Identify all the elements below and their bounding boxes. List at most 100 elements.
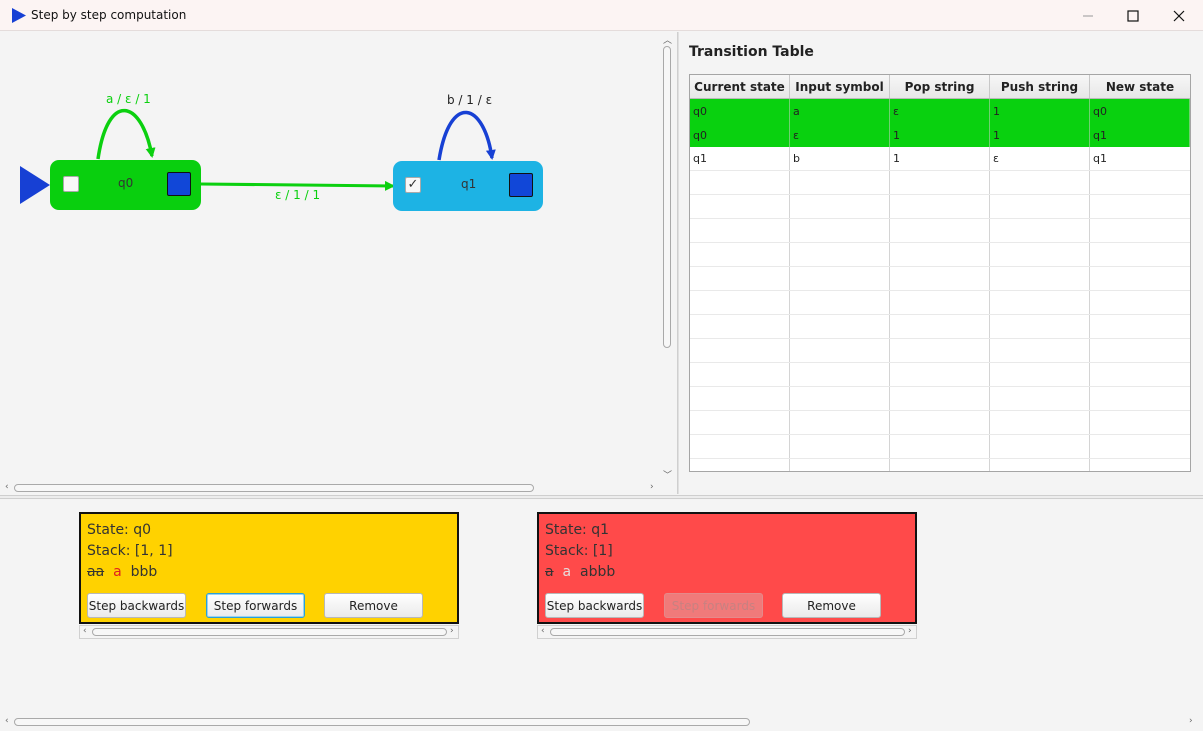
scroll-left-icon[interactable]: ‹ (5, 716, 9, 726)
table-row[interactable]: q1 b 1 ε q1 (690, 147, 1190, 171)
table-cell (1090, 243, 1190, 266)
config-stack: Stack: [1] (545, 543, 613, 559)
scroll-right-icon[interactable]: › (450, 626, 454, 636)
state-q1[interactable]: ✓ q1 (393, 161, 543, 211)
close-button[interactable] (1156, 0, 1202, 31)
app-play-icon (12, 8, 26, 23)
step-forwards-button[interactable]: Step forwards (664, 593, 763, 618)
table-cell (790, 315, 890, 338)
transition-q0-q1-label: ε / 1 / 1 (275, 188, 321, 202)
table-cell (990, 435, 1090, 458)
table-cell (990, 411, 1090, 434)
table-cell (1090, 435, 1190, 458)
scroll-up-icon[interactable]: ︿ (663, 33, 672, 46)
scrollbar-thumb[interactable] (14, 484, 534, 492)
split-divider-vertical[interactable] (677, 32, 679, 494)
column-header[interactable]: New state (1090, 75, 1190, 98)
table-cell (990, 267, 1090, 290)
transition-q0-q1-edge (200, 180, 395, 191)
table-cell (790, 291, 890, 314)
table-header: Current state Input symbol Pop string Pu… (690, 75, 1190, 99)
table-cell (990, 171, 1090, 194)
table-cell (990, 387, 1090, 410)
scroll-left-icon[interactable]: ‹ (83, 626, 87, 636)
automaton-graph-canvas[interactable]: a / ε / 1 ε / 1 / 1 b / 1 / ε q0 ✓ q1 (4, 32, 660, 482)
table-cell (990, 219, 1090, 242)
table-cell (990, 291, 1090, 314)
maximize-button[interactable] (1110, 0, 1156, 31)
table-cell (1090, 171, 1190, 194)
table-cell (890, 387, 990, 410)
table-cell (1090, 195, 1190, 218)
graph-vertical-scrollbar[interactable]: ︿ ﹀ (660, 32, 674, 482)
transition-q0-q0-edge (96, 108, 156, 160)
window-horizontal-scrollbar[interactable]: ‹ › (4, 715, 1199, 729)
remove-button[interactable]: Remove (324, 593, 423, 618)
split-divider-horizontal[interactable] (0, 495, 1203, 499)
state-handle-icon[interactable] (167, 172, 191, 196)
table-cell: q0 (690, 123, 790, 147)
graph-edges (20, 108, 496, 204)
graph-horizontal-scrollbar[interactable]: ‹ › (4, 481, 660, 495)
initial-state-arrow (20, 166, 50, 204)
config-state: State: q0 (87, 522, 152, 538)
table-row[interactable]: q0 ε 1 1 q1 (690, 123, 1190, 147)
table-cell (690, 315, 790, 338)
close-icon (1173, 10, 1185, 21)
column-header[interactable]: Pop string (890, 75, 990, 98)
state-name: q0 (118, 176, 134, 190)
empty-table-row (690, 459, 1190, 471)
config-input: a a abbb (545, 564, 615, 580)
table-cell (1090, 339, 1190, 362)
table-cell: 1 (890, 123, 990, 147)
empty-table-row (690, 339, 1190, 363)
configuration-card-scrollbar[interactable]: ‹ › (537, 625, 917, 639)
table-cell: 1 (990, 123, 1090, 147)
state-q0[interactable]: q0 (50, 160, 201, 210)
table-cell: ε (790, 123, 890, 147)
table-cell (1090, 363, 1190, 386)
remove-button[interactable]: Remove (782, 593, 881, 618)
column-header[interactable]: Current state (690, 75, 790, 98)
maximize-icon (1127, 9, 1139, 22)
table-cell (690, 435, 790, 458)
scroll-left-icon[interactable]: ‹ (541, 626, 545, 636)
step-forwards-button[interactable]: Step forwards (206, 593, 305, 618)
table-cell (1090, 459, 1190, 471)
scrollbar-thumb[interactable] (92, 628, 447, 636)
table-cell: q1 (1090, 123, 1190, 147)
table-cell: a (790, 99, 890, 123)
table-cell (690, 171, 790, 194)
table-cell (890, 459, 990, 471)
configuration-card-scrollbar[interactable]: ‹ › (79, 625, 459, 639)
table-cell (890, 291, 990, 314)
scroll-right-icon[interactable]: › (650, 482, 654, 492)
table-cell (690, 243, 790, 266)
scroll-left-icon[interactable]: ‹ (5, 482, 9, 492)
table-cell: 1 (990, 99, 1090, 123)
scroll-right-icon[interactable]: › (1189, 716, 1193, 726)
table-row[interactable]: q0 a ε 1 q0 (690, 99, 1190, 123)
table-cell: ε (990, 147, 1090, 170)
config-input: aa a bbb (87, 564, 157, 580)
empty-table-row (690, 171, 1190, 195)
scrollbar-thumb[interactable] (14, 718, 750, 726)
final-state-checkbox[interactable] (63, 176, 79, 192)
consumed-input: aa (87, 564, 105, 580)
scroll-right-icon[interactable]: › (908, 626, 912, 636)
step-backwards-button[interactable]: Step backwards (87, 593, 186, 618)
final-state-checkbox[interactable]: ✓ (405, 177, 421, 193)
column-header[interactable]: Push string (990, 75, 1090, 98)
empty-table-row (690, 291, 1190, 315)
scrollbar-thumb[interactable] (550, 628, 905, 636)
state-handle-icon[interactable] (509, 173, 533, 197)
scroll-down-icon[interactable]: ﹀ (663, 468, 672, 481)
table-cell (790, 435, 890, 458)
minimize-button[interactable] (1065, 0, 1111, 31)
step-backwards-button[interactable]: Step backwards (545, 593, 644, 618)
table-cell (1090, 219, 1190, 242)
column-header[interactable]: Input symbol (790, 75, 890, 98)
scrollbar-thumb[interactable] (663, 46, 671, 348)
table-cell: q1 (1093, 152, 1107, 165)
state-name: q1 (461, 177, 477, 191)
